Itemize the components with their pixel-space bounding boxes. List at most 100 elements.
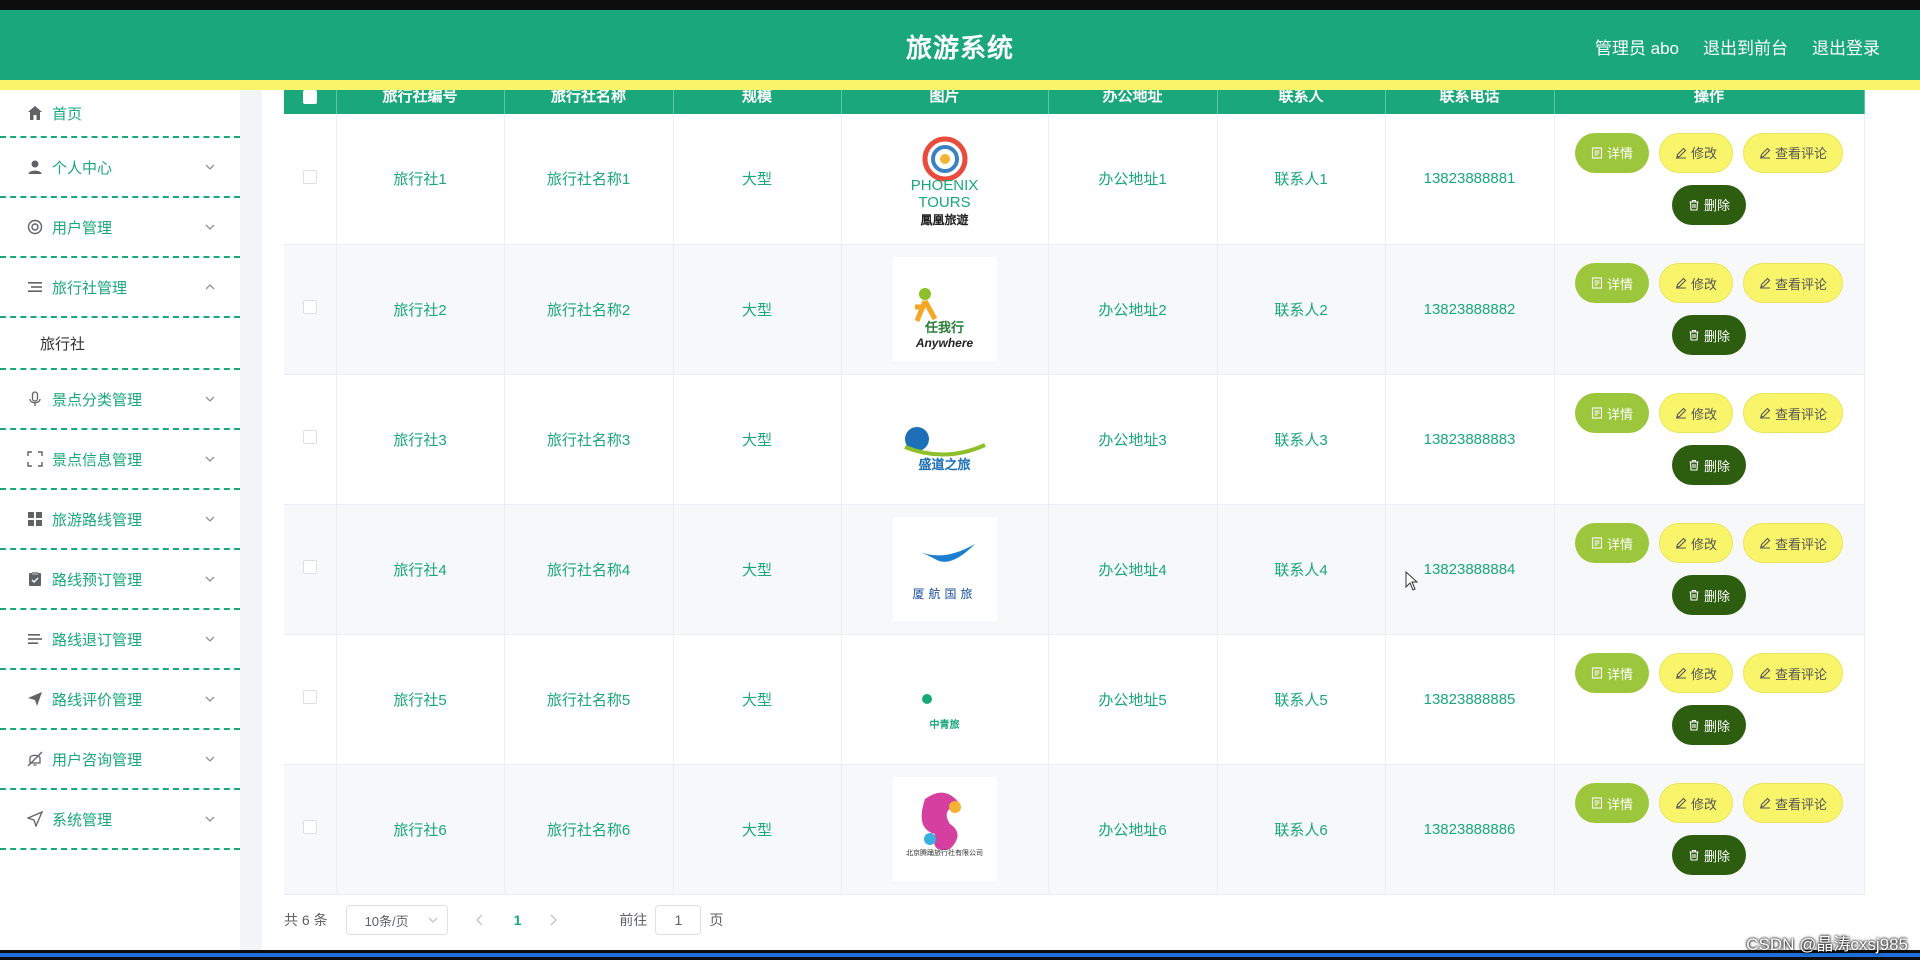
delete-button[interactable]: 删除: [1672, 445, 1746, 485]
total-count: 共 6 条: [284, 912, 328, 928]
agency-logo-image[interactable]: 任我行 Anywhere: [892, 257, 997, 361]
agency-logo-image[interactable]: 厦航国旅: [892, 517, 997, 621]
column-header[interactable]: 办公地址: [1048, 90, 1218, 114]
column-header[interactable]: 联系人: [1217, 90, 1386, 114]
logo-text: PHOENIX TOURS: [910, 177, 979, 212]
edit-button[interactable]: 修改: [1659, 393, 1733, 433]
detail-button[interactable]: 详情: [1575, 783, 1649, 823]
row-select-cell[interactable]: [284, 764, 337, 895]
agency-contact-cell: 联系人1: [1217, 114, 1386, 245]
row-checkbox[interactable]: [302, 169, 317, 184]
edit-icon: [1675, 667, 1687, 679]
row-checkbox[interactable]: [302, 430, 317, 444]
row-select-cell[interactable]: [284, 634, 337, 765]
sidebar-item-spot-info[interactable]: 景点信息管理: [0, 430, 240, 490]
sidebar-item-route-cancel[interactable]: 路线退订管理: [0, 610, 240, 670]
edit-icon: [1759, 797, 1771, 809]
chevron-down-icon: [202, 631, 218, 647]
agency-logo-image[interactable]: 盛道之旅: [892, 387, 997, 491]
detail-button[interactable]: 详情: [1575, 132, 1649, 173]
select-all-cell[interactable]: [284, 90, 337, 114]
next-page-button[interactable]: [545, 912, 561, 928]
edit-icon: [1675, 277, 1687, 289]
detail-button[interactable]: 详情: [1575, 653, 1649, 693]
logout-link[interactable]: 退出登录: [1812, 34, 1880, 59]
sidebar-item-label: 用户咨询管理: [52, 751, 143, 769]
column-header[interactable]: 规模: [673, 90, 842, 114]
detail-button[interactable]: 详情: [1575, 263, 1649, 303]
select-all-checkbox[interactable]: [302, 90, 317, 104]
goto-page-input[interactable]: 1: [655, 905, 702, 935]
edit-button[interactable]: 修改: [1659, 523, 1733, 563]
delete-button-label: 删除: [1703, 718, 1730, 734]
delete-button[interactable]: 删除: [1672, 835, 1746, 875]
view-reviews-button[interactable]: 查看评论: [1743, 653, 1843, 693]
edit-button-label: 修改: [1690, 276, 1717, 292]
row-checkbox[interactable]: [302, 820, 317, 834]
edit-icon: [1759, 147, 1771, 159]
edit-button[interactable]: 修改: [1659, 783, 1733, 823]
sidebar-item-label: 景点信息管理: [52, 451, 143, 469]
sidebar-item-label: 用户管理: [52, 219, 113, 237]
agency-phone-cell: 13823888881: [1385, 114, 1555, 245]
view-reviews-button[interactable]: 查看评论: [1743, 783, 1843, 823]
edit-button-label: 修改: [1690, 796, 1717, 812]
edit-button[interactable]: 修改: [1659, 653, 1733, 693]
sidebar-item-system[interactable]: 系统管理: [0, 790, 240, 850]
sidebar-subitem-agency[interactable]: 旅行社: [0, 318, 240, 370]
sidebar-item-user-management[interactable]: 用户管理: [0, 198, 240, 258]
edit-button-label: 修改: [1690, 146, 1717, 162]
agency-image-cell: 中青旅: [841, 634, 1049, 765]
agency-logo-image[interactable]: PHOENIX TOURS 鳳凰旅遊: [892, 126, 997, 231]
document-icon: [1591, 667, 1603, 679]
exit-to-frontend-link[interactable]: 退出到前台: [1703, 34, 1788, 59]
trash-icon: [1688, 849, 1700, 861]
sidebar-item-route-review[interactable]: 路线评价管理: [0, 670, 240, 730]
row-checkbox[interactable]: [302, 300, 317, 314]
prev-page-button[interactable]: [472, 912, 488, 928]
sidebar-item-agency-management[interactable]: 旅行社管理: [0, 258, 240, 318]
view-reviews-button[interactable]: 查看评论: [1743, 263, 1843, 303]
row-select-cell[interactable]: [284, 114, 337, 245]
delete-button[interactable]: 删除: [1672, 315, 1746, 355]
sidebar-item-route-booking[interactable]: 路线预订管理: [0, 550, 240, 610]
page-size-select[interactable]: 10条/页: [345, 905, 448, 935]
view-reviews-button[interactable]: 查看评论: [1743, 132, 1843, 173]
page-number[interactable]: 1: [514, 912, 522, 928]
chevron-up-icon: [202, 279, 218, 295]
column-header[interactable]: 旅行社编号: [336, 90, 505, 114]
sidebar-item-personal-center[interactable]: 个人中心: [0, 138, 240, 198]
detail-button[interactable]: 详情: [1575, 393, 1649, 433]
view-reviews-button-label: 查看评论: [1774, 796, 1827, 812]
sidebar-item-user-consult[interactable]: 用户咨询管理: [0, 730, 240, 790]
agency-logo-image[interactable]: 中青旅: [892, 647, 997, 751]
row-select-cell[interactable]: [284, 244, 337, 375]
delete-button-label: 删除: [1703, 198, 1730, 214]
row-actions: 详情 修改 查看评论删除: [1569, 523, 1849, 615]
delete-button[interactable]: 删除: [1672, 705, 1746, 745]
chevron-down-icon: [202, 511, 218, 527]
delete-button[interactable]: 删除: [1672, 184, 1746, 225]
trash-icon: [1688, 459, 1700, 471]
detail-button[interactable]: 详情: [1575, 523, 1649, 563]
detail-button-label: 详情: [1606, 146, 1633, 162]
agency-logo-image[interactable]: 北京腾踊旅行社有限公司: [892, 777, 997, 881]
row-actions: 详情 修改 查看评论删除: [1569, 132, 1849, 225]
column-header[interactable]: 旅行社名称: [504, 90, 674, 114]
row-checkbox[interactable]: [302, 560, 317, 574]
row-select-cell[interactable]: [284, 374, 337, 505]
header-actions: 管理员 abo 退出到前台 退出登录: [1595, 10, 1880, 82]
edit-button[interactable]: 修改: [1659, 263, 1733, 303]
view-reviews-button[interactable]: 查看评论: [1743, 523, 1843, 563]
sidebar-item-home[interactable]: 首页: [0, 90, 240, 138]
chevron-down-icon: [202, 571, 218, 587]
row-checkbox[interactable]: [302, 690, 317, 704]
edit-button[interactable]: 修改: [1659, 132, 1733, 173]
column-header[interactable]: 联系电话: [1385, 90, 1555, 114]
sidebar-item-route-management[interactable]: 旅游路线管理: [0, 490, 240, 550]
delete-button[interactable]: 删除: [1672, 575, 1746, 615]
sidebar-item-spot-category[interactable]: 景点分类管理: [0, 370, 240, 430]
delete-button-label: 删除: [1703, 588, 1730, 604]
row-select-cell[interactable]: [284, 504, 337, 635]
view-reviews-button[interactable]: 查看评论: [1743, 393, 1843, 433]
